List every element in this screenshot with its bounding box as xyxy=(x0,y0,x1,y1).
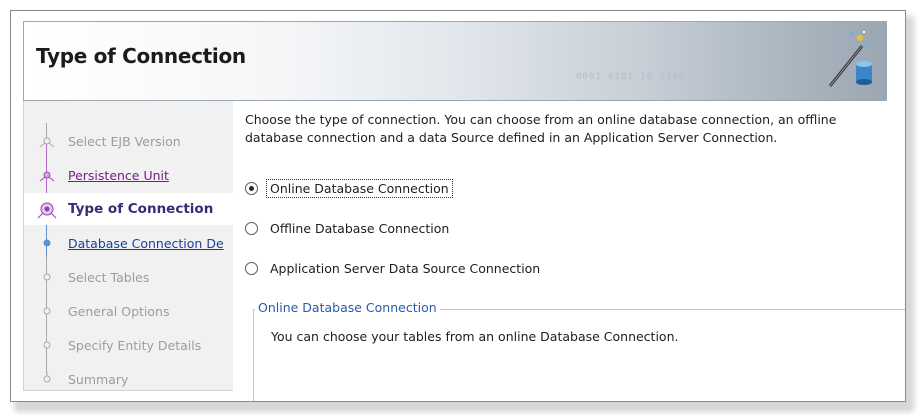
step-label[interactable]: Persistence Unit xyxy=(68,168,169,183)
radio-offline-database-connection[interactable]: Offline Database Connection xyxy=(245,217,452,239)
radio-button[interactable] xyxy=(245,221,258,235)
wizard-content: Choose the type of connection. You can c… xyxy=(233,101,905,401)
step-node-icon xyxy=(36,130,58,152)
radio-application-server-data-source[interactable]: Application Server Data Source Connectio… xyxy=(245,257,543,279)
step-node-icon xyxy=(36,300,58,322)
wizard-dialog: Type of Connection 0001 0101 10 0100 Sel… xyxy=(10,10,906,402)
groupbox-title: Online Database Connection xyxy=(255,300,440,315)
step-summary: Summary xyxy=(24,363,234,395)
step-persistence-unit[interactable]: Persistence Unit xyxy=(24,159,234,191)
step-select-ejb-version: Select EJB Version xyxy=(24,125,234,157)
step-node-icon xyxy=(36,232,58,254)
step-label: Specify Entity Details xyxy=(68,337,202,353)
step-database-connection-details[interactable]: Database Connection De xyxy=(24,227,234,259)
page-title: Type of Connection xyxy=(36,44,246,68)
wizard-wand-icon xyxy=(828,30,872,87)
step-specify-entity-details: Specify Entity Details xyxy=(24,329,234,361)
step-type-of-connection: Type of Connection xyxy=(24,193,234,225)
groupbox-text: You can choose your tables from an onlin… xyxy=(271,329,679,344)
step-label: Type of Connection xyxy=(68,201,214,217)
step-label: General Options xyxy=(68,303,170,319)
radio-button[interactable] xyxy=(245,261,258,275)
connection-description: Choose the type of connection. You can c… xyxy=(245,112,837,145)
header-watermark: 0001 0101 10 0100 xyxy=(576,72,686,82)
step-node-icon xyxy=(36,368,58,390)
step-label: Summary xyxy=(68,371,129,387)
radio-label[interactable]: Application Server Data Source Connectio… xyxy=(267,260,543,277)
step-node-icon xyxy=(36,334,58,356)
radio-label[interactable]: Offline Database Connection xyxy=(267,220,452,237)
step-general-options: General Options xyxy=(24,295,234,327)
step-node-icon xyxy=(36,164,58,186)
wizard-header: Type of Connection 0001 0101 10 0100 xyxy=(23,21,887,101)
step-label: Select Tables xyxy=(68,269,150,285)
step-label: Select EJB Version xyxy=(68,133,181,149)
step-node-icon xyxy=(36,266,58,288)
step-select-tables: Select Tables xyxy=(24,261,234,293)
online-connection-groupbox xyxy=(253,309,905,401)
wizard-steps-sidebar: Select EJB Version Persistence Unit Type… xyxy=(23,101,234,391)
step-current-icon xyxy=(36,198,58,220)
step-label[interactable]: Database Connection De xyxy=(68,236,224,251)
radio-button[interactable] xyxy=(245,181,258,195)
radio-online-database-connection[interactable]: Online Database Connection xyxy=(245,177,453,199)
radio-label[interactable]: Online Database Connection xyxy=(266,178,453,198)
